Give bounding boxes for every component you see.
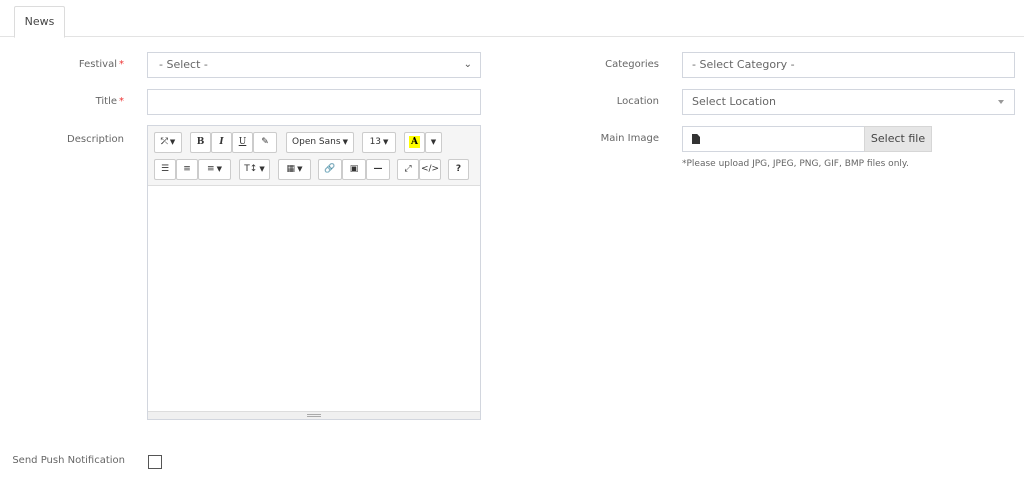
categories-label: Categories [605, 59, 659, 70]
festival-select[interactable]: - Select - ⌄ [147, 52, 481, 78]
editor-resize-handle[interactable] [148, 411, 480, 419]
caret-down-icon: ▼ [169, 138, 176, 146]
expand-icon: ⤢ [404, 164, 412, 174]
title-input[interactable] [147, 89, 481, 115]
tab-bar: News [0, 0, 1024, 38]
caret-down-icon: ▼ [383, 138, 389, 146]
grip-icon [307, 414, 321, 417]
eraser-icon: ✎ [261, 137, 269, 147]
horizontal-rule-button[interactable]: — [366, 159, 390, 180]
file-icon [692, 134, 700, 144]
required-mark: * [119, 96, 124, 107]
clear-format-button[interactable]: ✎ [253, 132, 277, 153]
editor-toolbar: ⤱ ▼ B I U ✎ Open Sans ▼ 13 ▼ A ▼ ☰ ≡ ≡ ▼ T↕ ▼… [148, 126, 480, 186]
code-view-button[interactable]: </> [419, 159, 441, 180]
link-icon: 🔗 [324, 164, 336, 174]
location-label: Location [616, 96, 659, 107]
categories-input[interactable]: - Select Category - [682, 52, 1015, 78]
bullet-list-button[interactable]: ☰ [154, 159, 176, 180]
italic-icon: I [219, 137, 224, 147]
underline-button[interactable]: U [232, 132, 253, 153]
text-color-dropdown[interactable]: ▼ [425, 132, 442, 153]
link-button[interactable]: 🔗 [318, 159, 342, 180]
magic-wand-icon: ⤱ [160, 137, 168, 147]
help-button[interactable]: ? [448, 159, 469, 180]
push-notification-checkbox[interactable] [148, 455, 162, 469]
select-file-button[interactable]: Select file [864, 126, 932, 152]
location-select[interactable]: Select Location [682, 89, 1015, 115]
font-family-button[interactable]: Open Sans ▼ [286, 132, 354, 153]
location-placeholder: Select Location [692, 95, 776, 108]
caret-down-icon [998, 100, 1004, 104]
help-icon: ? [455, 164, 462, 174]
fullscreen-button[interactable]: ⤢ [397, 159, 419, 180]
file-type-hint: *Please upload JPG, JPEG, PNG, GIF, BMP … [682, 159, 909, 169]
numbered-list-icon: ≡ [183, 164, 191, 174]
line-height-icon: T↕ [244, 164, 258, 174]
bold-button[interactable]: B [190, 132, 211, 153]
description-label: Description [67, 134, 124, 145]
main-image-file-input[interactable]: Select file [682, 126, 932, 152]
style-button[interactable]: ⤱ ▼ [154, 132, 182, 153]
caret-down-icon: ▼ [342, 138, 348, 146]
caret-down-icon: ▼ [216, 165, 222, 173]
festival-selected-value: - Select - [159, 58, 208, 71]
code-icon: </> [420, 164, 440, 174]
bullet-list-icon: ☰ [160, 164, 170, 174]
caret-down-icon: ▼ [430, 138, 437, 146]
highlight-color-icon: A [409, 136, 420, 148]
title-label: Title * [95, 96, 124, 107]
image-button[interactable]: ▣ [342, 159, 366, 180]
line-height-button[interactable]: T↕ ▼ [239, 159, 270, 180]
push-notification-label: Send Push Notification [12, 455, 125, 466]
required-mark: * [119, 59, 124, 70]
text-color-button[interactable]: A [404, 132, 425, 153]
table-icon: ▦ [286, 164, 296, 174]
tab-news[interactable]: News [14, 6, 65, 38]
align-left-icon: ≡ [207, 164, 215, 174]
festival-label: Festival * [78, 59, 124, 70]
bold-icon: B [196, 137, 205, 147]
minus-icon: — [373, 164, 383, 174]
paragraph-align-button[interactable]: ≡ ▼ [198, 159, 231, 180]
chevron-down-icon: ⌄ [463, 59, 472, 70]
picture-icon: ▣ [349, 164, 359, 174]
editor-content-area[interactable] [148, 186, 480, 411]
italic-button[interactable]: I [211, 132, 232, 153]
main-image-label: Main Image [600, 133, 659, 144]
categories-placeholder: - Select Category - [692, 58, 795, 71]
rich-text-editor: ⤱ ▼ B I U ✎ Open Sans ▼ 13 ▼ A ▼ ☰ ≡ ≡ ▼ T↕ ▼… [147, 125, 481, 420]
table-button[interactable]: ▦ ▼ [278, 159, 311, 180]
underline-icon: U [238, 137, 247, 147]
numbered-list-button[interactable]: ≡ [176, 159, 198, 180]
caret-down-icon: ▼ [259, 165, 265, 173]
font-size-button[interactable]: 13 ▼ [362, 132, 396, 153]
caret-down-icon: ▼ [297, 165, 303, 173]
